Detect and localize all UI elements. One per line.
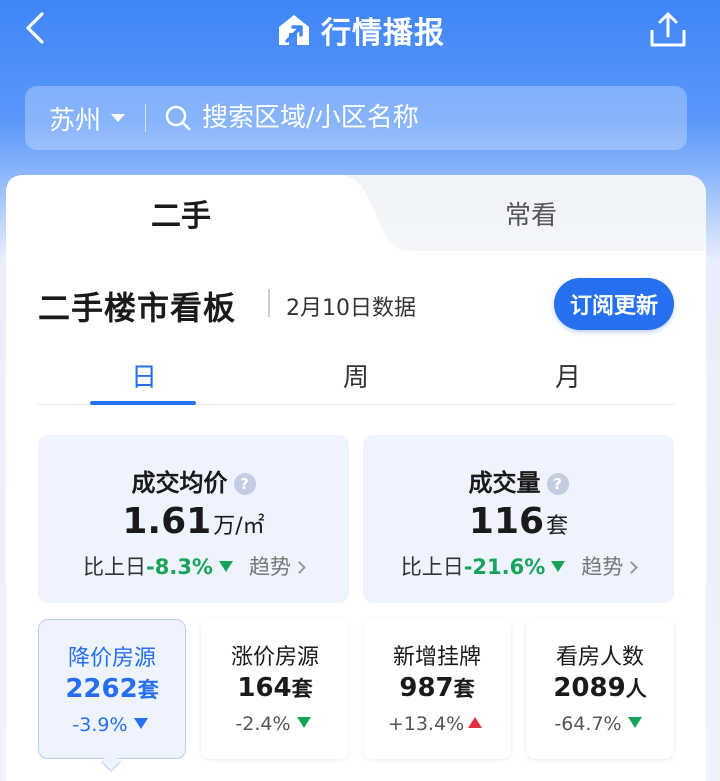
- triangle-down-icon: [218, 561, 233, 572]
- stat-value: 116: [468, 501, 545, 542]
- trend-label: 趋势: [581, 555, 624, 579]
- tab-second-hand[interactable]: 二手: [6, 191, 356, 235]
- search-input[interactable]: [202, 103, 623, 133]
- stat-label: 涨价房源: [230, 645, 319, 670]
- stat-price-rise[interactable]: 涨价房源 164套 -2.4%: [201, 619, 349, 759]
- triangle-down-icon: [133, 718, 148, 729]
- trend-link[interactable]: 趋势: [581, 555, 639, 579]
- stat-viewers[interactable]: 看房人数 2089人 -64.7%: [526, 619, 674, 759]
- board-title: 二手楼市看板: [38, 289, 237, 327]
- trend-link[interactable]: 趋势: [248, 555, 306, 579]
- stat-label: 降价房源: [67, 646, 156, 671]
- city-selector[interactable]: 苏州: [25, 100, 126, 137]
- stat-value: 2262: [65, 674, 138, 704]
- house-arrow-logo: [279, 15, 309, 45]
- city-label: 苏州: [49, 105, 102, 136]
- caret-down-icon: [111, 114, 126, 122]
- triangle-up-icon: [468, 717, 483, 728]
- page-title: 行情播报: [321, 16, 445, 51]
- stat-value: 2089: [553, 673, 626, 703]
- stat-volume: 成交量? 116套 比上日-21.6% 趋势: [363, 435, 674, 603]
- question-icon[interactable]: ?: [233, 473, 256, 495]
- stat-value: 987: [399, 673, 454, 703]
- chevron-right-icon: [625, 561, 639, 574]
- change-value: -21.6%: [463, 555, 546, 579]
- change-value: +13.4%: [387, 713, 465, 735]
- market-card: 二手 常看 二手楼市看板 2月10日数据 订阅更新 日 周 月 成交均价? 1.…: [6, 175, 706, 781]
- tab-bar: 二手 常看: [6, 175, 706, 251]
- triangle-down-icon: [551, 561, 566, 572]
- search-icon: [165, 105, 191, 131]
- compare-label: 比上日: [83, 555, 147, 579]
- title-divider: [268, 289, 270, 317]
- change-value: -3.9%: [72, 714, 128, 736]
- active-tab-indicator: [90, 401, 196, 405]
- subscribe-button[interactable]: 订阅更新: [554, 278, 674, 330]
- period-tabs: 日 周 月: [38, 351, 674, 405]
- trend-label: 趋势: [248, 555, 291, 579]
- share-button[interactable]: [648, 10, 688, 50]
- data-date: 2月10日数据: [286, 296, 416, 321]
- share-upload-icon: [650, 12, 686, 47]
- stat-value: 164: [237, 673, 292, 703]
- stat-label: 新增挂牌: [392, 645, 481, 670]
- stat-unit: 套: [453, 677, 475, 701]
- stat-value: 1.61: [122, 501, 212, 542]
- stat-unit: 套: [546, 514, 569, 539]
- stat-unit: 套: [291, 677, 313, 701]
- stat-unit: 套: [137, 678, 159, 702]
- question-icon[interactable]: ?: [546, 473, 569, 495]
- change-value: -8.3%: [146, 555, 213, 579]
- stat-price-cut[interactable]: 降价房源 2262套 -3.9%: [38, 619, 186, 759]
- stat-label: 看房人数: [555, 645, 644, 670]
- search-bar: 苏州: [25, 86, 687, 150]
- stat-unit: 万/㎡: [213, 514, 265, 539]
- stat-new-listings[interactable]: 新增挂牌 987套 +13.4%: [363, 619, 511, 759]
- stat-label: 成交均价: [131, 469, 228, 497]
- search-divider: [145, 104, 147, 132]
- change-value: -64.7%: [554, 713, 622, 735]
- change-value: -2.4%: [235, 713, 291, 735]
- triangle-down-icon: [627, 717, 642, 728]
- tab-day[interactable]: 日: [90, 357, 198, 394]
- stat-avg-price: 成交均价? 1.61万/㎡ 比上日-8.3% 趋势: [38, 435, 349, 603]
- triangle-down-icon: [296, 717, 311, 728]
- tab-frequent[interactable]: 常看: [356, 195, 706, 232]
- chevron-right-icon: [293, 561, 306, 574]
- stat-label: 成交量: [468, 469, 541, 497]
- stat-unit: 人: [625, 677, 647, 701]
- tab-month[interactable]: 月: [514, 357, 622, 394]
- compare-label: 比上日: [400, 555, 464, 579]
- tab-week[interactable]: 周: [302, 357, 410, 394]
- top-bar: 行情播报: [0, 0, 720, 60]
